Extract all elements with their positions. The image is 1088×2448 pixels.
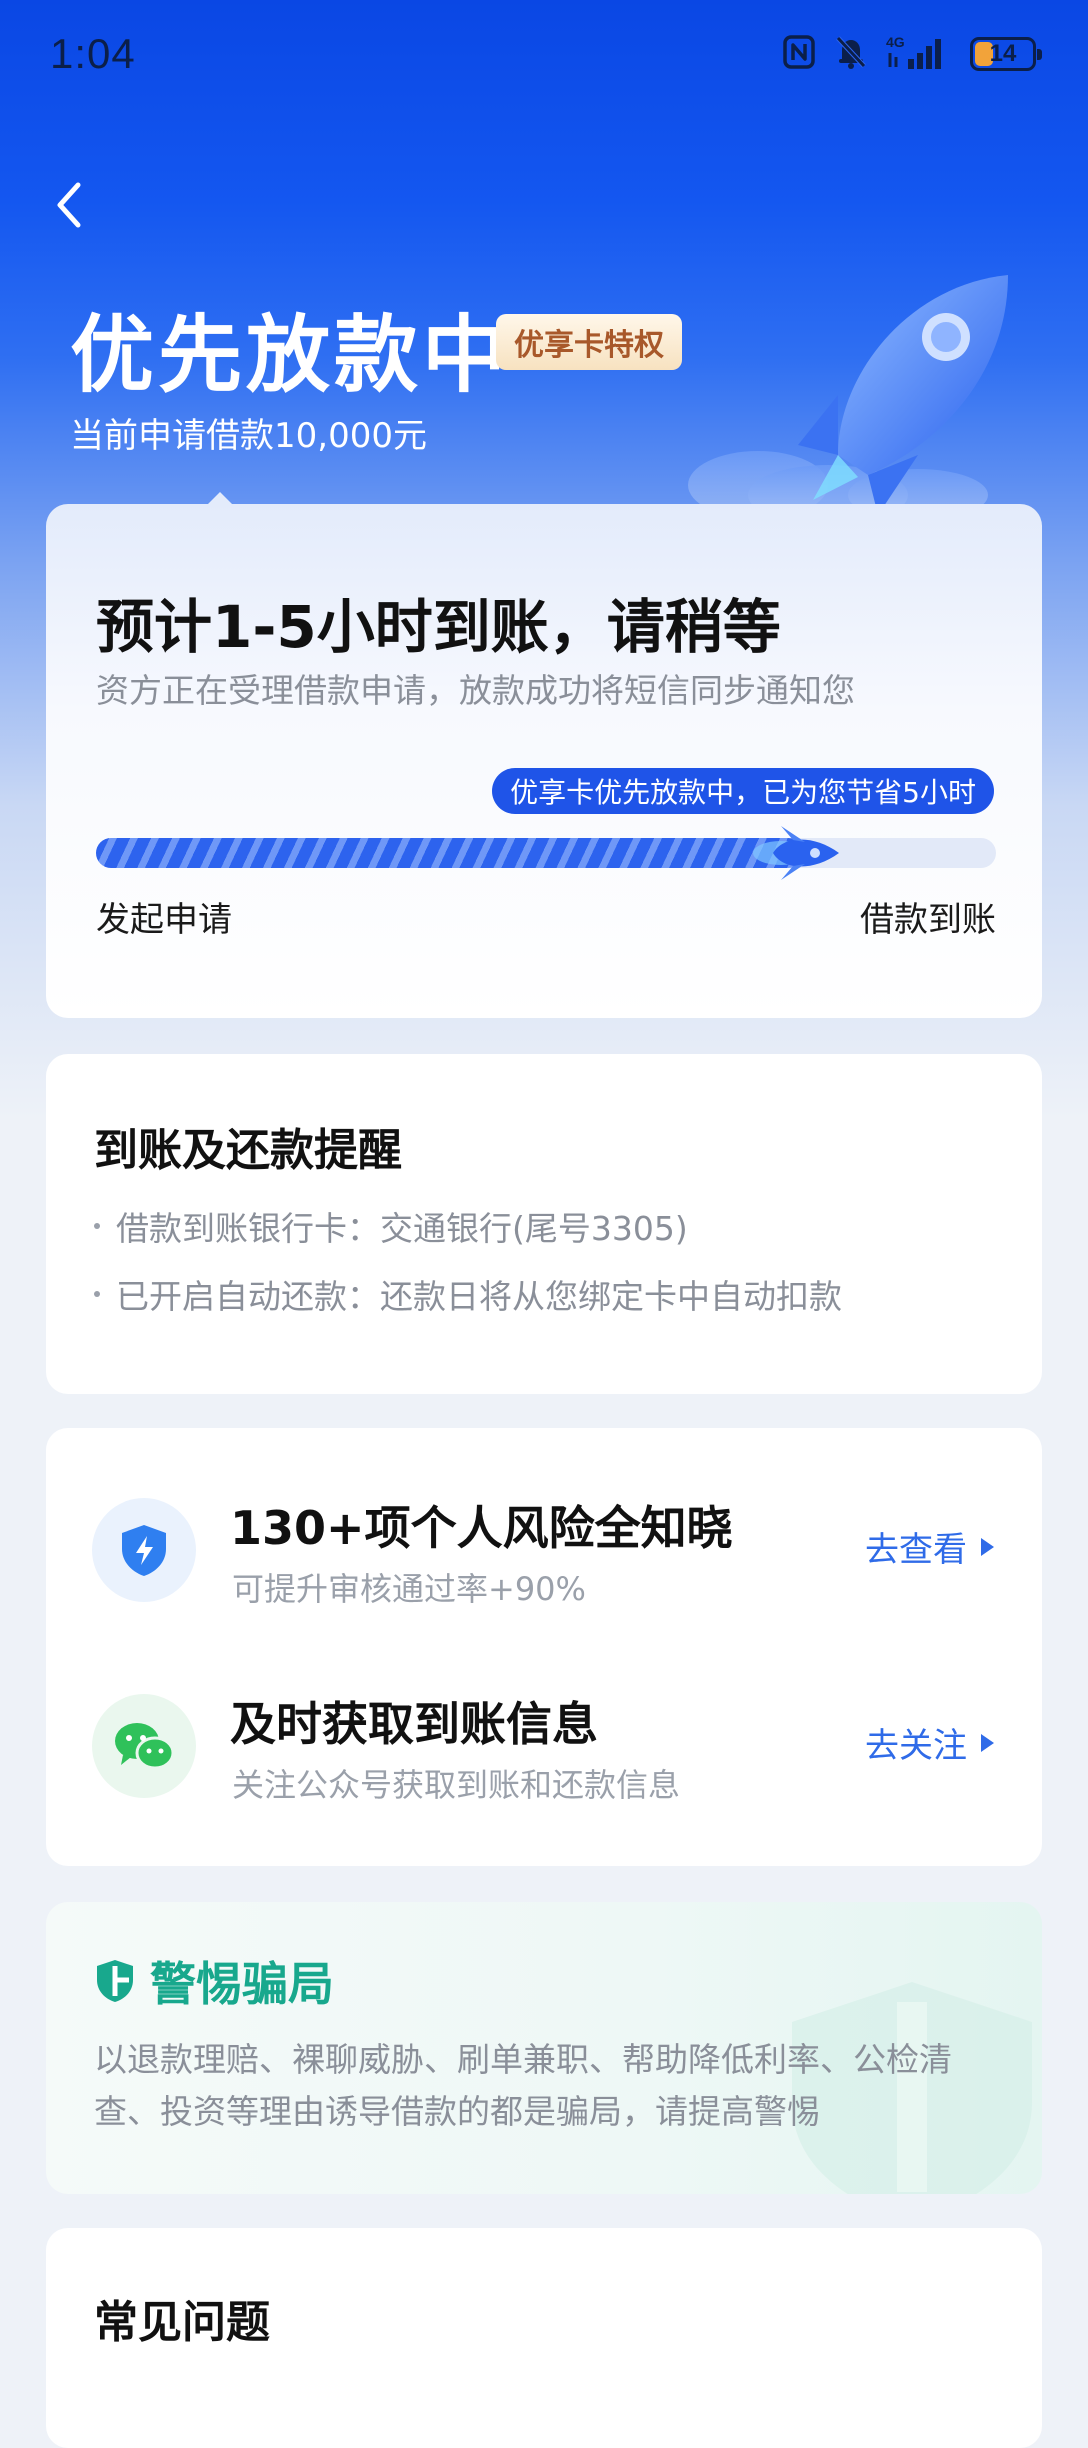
- battery-icon: 14: [970, 37, 1042, 71]
- progress-start-label: 发起申请: [96, 900, 232, 940]
- services-card: 130+项个人风险全知晓 可提升审核通过率+90% 去查看 及时获取到账信息 关…: [46, 1428, 1042, 1866]
- service-title: 及时获取到账信息: [230, 1697, 598, 1751]
- service-title: 130+项个人风险全知晓: [230, 1501, 733, 1555]
- warning-title: 警惕骗局: [150, 1957, 334, 2011]
- reminder-title: 到账及还款提醒: [94, 1125, 402, 1176]
- follow-wechat-button[interactable]: 去关注: [865, 1718, 994, 1767]
- mute-bell-icon: [834, 34, 868, 74]
- service-icon-bg: [92, 1694, 196, 1798]
- privilege-badge: 优享卡特权: [496, 314, 682, 370]
- loan-status-card: 预计1-5小时到账，请稍等 资方正在受理借款申请，放款成功将短信同步通知您 优享…: [46, 492, 1042, 1018]
- service-row-risk-report[interactable]: 130+项个人风险全知晓 可提升审核通过率+90% 去查看: [46, 1472, 1042, 1632]
- reminder-item-text: 已开启自动还款：还款日将从您绑定卡中自动扣款: [116, 1277, 842, 1316]
- service-subtitle: 可提升审核通过率+90%: [232, 1570, 586, 1608]
- priority-tip-bubble: 优享卡优先放款中，已为您节省5小时: [492, 768, 994, 814]
- service-icon-bg: [92, 1498, 196, 1602]
- eta-title: 预计1-5小时到账，请稍等: [96, 593, 781, 661]
- battery-percent: 14: [989, 40, 1017, 67]
- play-arrow-icon: [981, 1733, 994, 1752]
- signal-icon: 4G: [886, 33, 952, 75]
- reminder-item-text: 借款到账银行卡：交通银行(尾号3305): [116, 1209, 688, 1248]
- rocket-icon: [753, 822, 843, 884]
- shield-lightning-icon: [122, 1525, 166, 1576]
- progress-track: [96, 826, 996, 880]
- reminder-item-auto-repay: 已开启自动还款：还款日将从您绑定卡中自动扣款: [94, 1270, 842, 1318]
- bullet-dot: [94, 1223, 100, 1229]
- shield-icon: [97, 1960, 133, 2002]
- status-icons: 4G 14: [782, 32, 1042, 76]
- reminder-card: 到账及还款提醒 借款到账银行卡：交通银行(尾号3305) 已开启自动还款：还款日…: [46, 1054, 1042, 1394]
- service-row-wechat[interactable]: 及时获取到账信息 关注公众号获取到账和还款信息 去关注: [46, 1668, 1042, 1828]
- status-bar: 1:04 4G 14: [0, 0, 1088, 110]
- reminder-item-bank-card: 借款到账银行卡：交通银行(尾号3305): [94, 1202, 688, 1250]
- chevron-left-icon: [57, 182, 81, 228]
- card-pointer: [206, 492, 234, 506]
- progress-fill: [96, 838, 803, 868]
- action-label: 去关注: [865, 1726, 967, 1766]
- page-title: 优先放款中: [70, 306, 511, 404]
- service-subtitle: 关注公众号获取到账和还款信息: [232, 1766, 681, 1804]
- action-label: 去查看: [865, 1530, 967, 1570]
- battery-cap: [1037, 49, 1042, 60]
- view-risk-button[interactable]: 去查看: [865, 1522, 994, 1571]
- warning-text: 以退款理赔、裸聊威胁、刷单兼职、帮助降低利率、公检清查、投资等理由诱导借款的都是…: [94, 2040, 952, 2131]
- rocket-illustration: [688, 255, 1048, 525]
- wechat-icon: [115, 1723, 175, 1770]
- progress-end-label: 借款到账: [860, 900, 996, 940]
- nfc-icon: [782, 34, 816, 74]
- faq-card[interactable]: 常见问题: [46, 2228, 1042, 2448]
- loan-amount-subtitle: 当前申请借款10,000元: [70, 416, 427, 456]
- play-arrow-icon: [981, 1537, 994, 1556]
- eta-description: 资方正在受理借款申请，放款成功将短信同步通知您: [96, 671, 855, 710]
- faq-title: 常见问题: [94, 2297, 270, 2348]
- network-type-label: 4G: [886, 34, 905, 50]
- bullet-dot: [94, 1291, 100, 1297]
- back-button[interactable]: [44, 170, 94, 240]
- fraud-warning-card: 警惕骗局 以退款理赔、裸聊威胁、刷单兼职、帮助降低利率、公检清查、投资等理由诱导…: [46, 1902, 1042, 2194]
- status-time: 1:04: [50, 30, 136, 77]
